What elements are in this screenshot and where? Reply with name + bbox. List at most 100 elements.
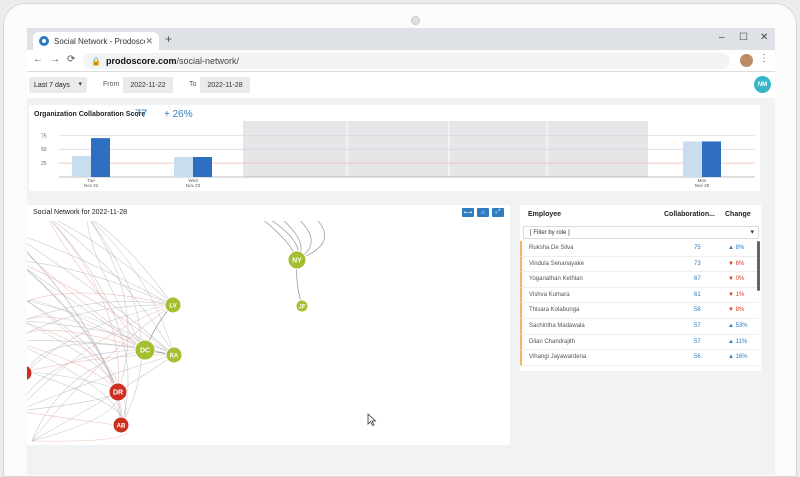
network-node-label: RA: [170, 354, 179, 360]
table-scrollbar[interactable]: [757, 241, 760, 291]
url-input[interactable]: 🔒 prodoscore.com/social-network/: [83, 53, 730, 69]
browser-window: Social Network - Prodoscore ✕ + – ☐ ✕ ← …: [27, 28, 775, 475]
bar: [702, 141, 721, 177]
collaboration-score-card: 75 50 25 Tue Nov 22 Wed Nov 23 Mon Nov 28 Organi…: [29, 105, 760, 191]
x-tick-label: Nov 23: [186, 183, 201, 188]
col-employee[interactable]: Employee: [528, 211, 561, 218]
network-edge: [27, 370, 119, 393]
close-window-button[interactable]: ✕: [760, 32, 768, 43]
bar: [91, 138, 110, 177]
back-button[interactable]: ←: [33, 54, 43, 65]
network-title: Social Network for 2022-11-28: [33, 209, 128, 216]
change-value: ▼ 1%: [728, 292, 744, 298]
change-percent: 8%: [735, 245, 745, 251]
employee-name: Sachintha Madawala: [529, 322, 585, 329]
employee-name: Yoganathan Kethlan: [529, 276, 583, 283]
maximize-button[interactable]: ☐: [739, 32, 748, 43]
collaboration-score: 56: [694, 354, 701, 361]
prodoscore-favicon-icon: [39, 36, 49, 46]
user-avatar[interactable]: NM: [754, 76, 771, 93]
table-row[interactable]: Vishva Kumara 61 ▼ 1%: [520, 287, 758, 304]
x-tick-label: Nov 28: [695, 183, 710, 188]
table-row[interactable]: Vihangi Jayawardena 56 ▲ 16%: [520, 350, 758, 366]
col-collaboration[interactable]: Collaboration...: [664, 211, 715, 218]
network-edge: [27, 243, 175, 356]
score-card-title: Organization Collaboration Score: [34, 111, 146, 118]
network-edge: [27, 354, 175, 408]
change-percent: 6%: [735, 260, 745, 267]
browser-tab[interactable]: Social Network - Prodoscore ✕: [33, 32, 159, 50]
reload-button[interactable]: ⟳: [67, 54, 75, 65]
collaboration-score: 58: [694, 307, 701, 314]
role-filter-label: [ Filter by role ]: [530, 229, 570, 236]
change-percent: 11%: [735, 338, 748, 345]
fit-width-icon[interactable]: ⟷: [462, 208, 474, 217]
role-filter-select[interactable]: [ Filter by role ] ▾: [523, 226, 759, 239]
network-edge: [27, 412, 123, 426]
from-label: From: [103, 81, 120, 88]
expand-icon[interactable]: ⤢: [492, 208, 504, 217]
network-node-label: LV: [169, 304, 176, 310]
employee-name: Vishva Kumara: [529, 291, 570, 298]
network-node-label: DC: [140, 348, 150, 355]
change-percent: 8%: [735, 307, 745, 314]
to-date-input[interactable]: 2022-11-28: [200, 77, 250, 93]
new-tab-button[interactable]: +: [165, 32, 172, 46]
table-row[interactable]: Vindula Senanayake 73 ▼ 6%: [520, 256, 758, 273]
x-tick-label: Nov 22: [84, 183, 99, 188]
change-value: ▼ 8%: [728, 307, 744, 313]
y-tick-label: 50: [41, 147, 47, 153]
table-row[interactable]: Thisara Kolabunga 58 ▼ 8%: [520, 303, 758, 319]
collaboration-score: 57: [694, 338, 701, 345]
change-value: ▼ 6%: [728, 261, 744, 267]
arrow-down-icon: ▼: [728, 260, 734, 267]
employee-rows: Ruksha De Silva 75 ▲ 8% Vindula Senanayake 7…: [520, 241, 758, 366]
device-frame: Social Network - Prodoscore ✕ + – ☐ ✕ ← …: [0, 0, 800, 477]
bar: [683, 141, 702, 177]
to-label: To: [189, 81, 197, 88]
tab-close-icon[interactable]: ✕: [145, 36, 153, 47]
collaboration-score: 75: [694, 245, 701, 251]
collaboration-score: 57: [694, 322, 701, 329]
network-node-label: JF: [298, 305, 305, 311]
table-row[interactable]: Ruksha De Silva 75 ▲ 8%: [520, 241, 758, 257]
col-change[interactable]: Change: [725, 211, 751, 218]
table-row[interactable]: Dilan Chandrajith 57 ▲ 11%: [520, 334, 758, 351]
date-range-dropdown[interactable]: Last 7 days ▾: [29, 77, 87, 93]
network-edge: [27, 251, 119, 393]
network-controls: ⟷ ⌂ ⤢: [462, 208, 504, 217]
tab-title: Social Network - Prodoscore: [54, 36, 146, 46]
change-value: ▲ 8%: [728, 245, 744, 251]
collaboration-score: 67: [694, 276, 701, 283]
browser-menu-icon[interactable]: ⋮: [759, 53, 769, 64]
network-graph[interactable]: NY JF LV DC RA DR AB: [27, 221, 510, 445]
employee-name: Vindula Senanayake: [529, 260, 584, 267]
network-edge: [27, 301, 174, 320]
home-icon[interactable]: ⌂: [477, 208, 489, 217]
address-bar-row: ← → ⟳ 🔒 prodoscore.com/social-network/ ⋮: [27, 50, 775, 72]
employee-name: Ruksha De Silva: [529, 245, 574, 251]
social-network-card: Social Network for 2022-11-28 ⟷ ⌂ ⤢ NY JF…: [27, 205, 510, 445]
change-value: ▲ 11%: [728, 339, 747, 345]
minimize-button[interactable]: –: [719, 32, 725, 43]
lock-icon: 🔒: [91, 56, 101, 66]
forward-button[interactable]: →: [50, 54, 60, 65]
change-value: ▲ 16%: [728, 354, 748, 360]
table-row[interactable]: Sachintha Madawala 57 ▲ 53%: [520, 318, 758, 335]
bar: [72, 155, 91, 177]
table-row[interactable]: Yoganathan Kethlan 67 ▼ 0%: [520, 272, 758, 288]
change-percent: 0%: [735, 276, 745, 283]
collaboration-score: 61: [694, 291, 701, 298]
chevron-down-icon: ▾: [750, 229, 754, 236]
y-tick-label: 25: [41, 161, 47, 167]
network-edge: [27, 237, 174, 306]
network-edge: [27, 347, 122, 426]
table-header: Employee Collaboration... Change: [520, 205, 761, 225]
y-tick-label: 75: [41, 133, 47, 139]
org-score-value: 77: [135, 108, 148, 120]
from-date-input[interactable]: 2022-11-22: [123, 77, 173, 93]
profile-avatar[interactable]: [740, 54, 753, 67]
score-delta: + 26%: [164, 109, 193, 120]
network-node-label: NY: [292, 258, 302, 265]
arrow-up-icon: ▲: [728, 338, 734, 345]
